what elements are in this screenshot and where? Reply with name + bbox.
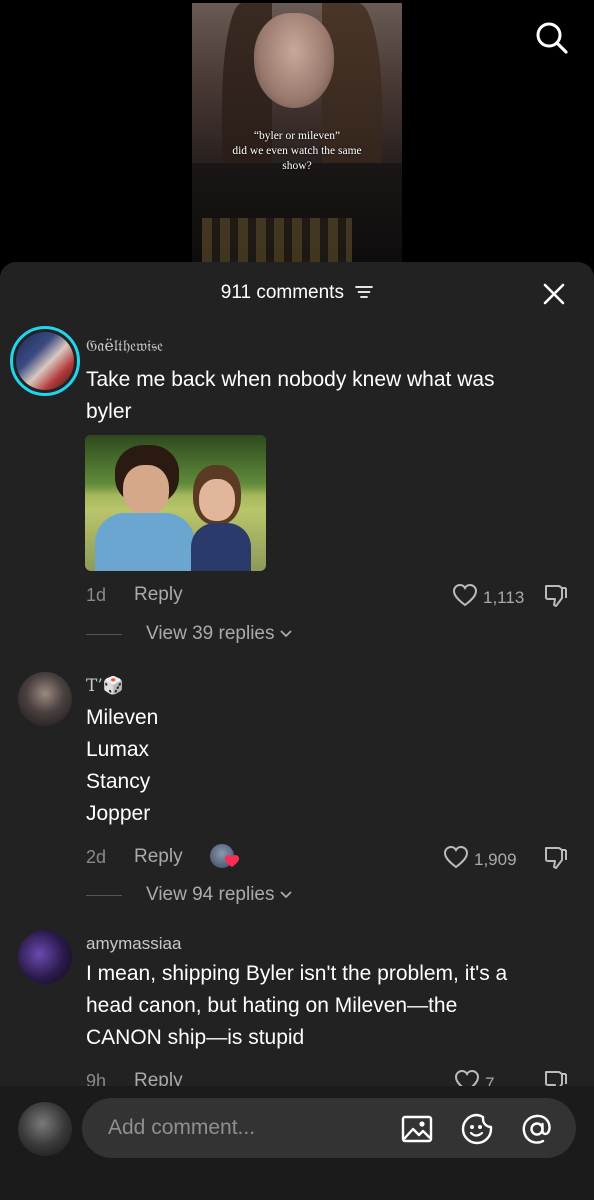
like-button[interactable]: 1,909 <box>443 845 517 874</box>
dislike-icon[interactable] <box>542 582 570 610</box>
comment-text-line: Take me back when nobody knew what was <box>86 368 495 391</box>
comment-text: Mileven Lumax Stancy Jopper <box>86 702 566 830</box>
comment-input[interactable]: Add comment... <box>82 1098 576 1158</box>
avatar[interactable] <box>18 1102 72 1156</box>
comment-item: T’🎲 Mileven Lumax Stancy Jopper 2d Reply… <box>0 672 594 922</box>
heart-icon[interactable] <box>452 583 478 612</box>
emoji-icon[interactable] <box>460 1112 494 1146</box>
comment-text-line: I mean, shipping Byler isn't the problem… <box>86 962 508 985</box>
avatar[interactable] <box>18 672 72 726</box>
comment-text: I mean, shipping Byler isn't the problem… <box>86 958 566 1054</box>
video-thumbnail[interactable]: “byler or mileven” did we even watch the… <box>192 3 402 262</box>
view-replies-button[interactable]: View 39 replies <box>86 623 293 645</box>
divider <box>86 633 122 635</box>
avatar[interactable] <box>10 326 80 396</box>
video-background: “byler or mileven” did we even watch the… <box>0 0 594 262</box>
view-replies-label: View 39 replies <box>146 623 275 644</box>
comment-username[interactable]: T’🎲 <box>86 676 124 696</box>
heart-icon[interactable] <box>443 845 469 874</box>
avatar-image <box>16 332 74 390</box>
chevron-down-icon <box>279 884 293 906</box>
comment-text-line: Mileven <box>86 706 159 729</box>
heart-icon <box>225 855 239 867</box>
creator-liked-badge <box>210 844 240 870</box>
video-shirt-print <box>202 218 352 262</box>
like-button[interactable]: 1,113 <box>452 583 524 612</box>
comment-time: 1d <box>86 585 107 605</box>
comment-text-line: Lumax <box>86 738 150 761</box>
video-caption-line: “byler or mileven” <box>253 130 341 142</box>
video-caption: “byler or mileven” did we even watch the… <box>192 129 402 174</box>
chevron-down-icon <box>279 623 293 645</box>
comment-composer: Add comment... <box>0 1086 594 1200</box>
filter-icon[interactable] <box>355 284 374 306</box>
comment-text: Take me back when nobody knew what was b… <box>86 364 566 428</box>
view-replies-button[interactable]: View 94 replies <box>86 884 293 906</box>
image-girl-face <box>199 479 235 521</box>
comment-text-line: Stancy <box>86 770 151 793</box>
image-girl-shirt <box>191 523 251 571</box>
comment-input-placeholder: Add comment... <box>108 1116 256 1139</box>
reply-button[interactable]: Reply <box>134 846 183 868</box>
comment-text-line: Jopper <box>86 802 151 825</box>
image-icon[interactable] <box>400 1112 434 1146</box>
video-face <box>254 13 334 108</box>
view-replies-label: View 94 replies <box>146 884 275 905</box>
comment-item: amymassiaa I mean, shipping Byler isn't … <box>0 930 594 1093</box>
comment-item: 𝔊𝔞ë𝔩𝔱𝔥𝔢𝔴𝔦𝔰𝔢 Take me back when nobody kne… <box>0 326 594 656</box>
video-caption-line: show? <box>282 160 312 172</box>
comment-image[interactable] <box>85 435 266 571</box>
image-boy-face <box>123 465 169 515</box>
comment-text-line: CANON ship—is stupid <box>86 1026 305 1049</box>
like-count: 1,113 <box>483 587 525 607</box>
like-count: 1,909 <box>474 849 517 869</box>
comment-username[interactable]: amymassiaa <box>86 934 181 954</box>
comments-sheet: 911 comments 𝔊𝔞ë𝔩𝔱𝔥𝔢𝔴𝔦𝔰𝔢 Take me back wh… <box>0 262 594 1200</box>
comments-count-label: 911 comments <box>220 282 344 303</box>
comment-username-text: T’🎲 <box>86 676 124 696</box>
comment-text-line: byler <box>86 400 132 423</box>
reply-button[interactable]: Reply <box>134 584 183 606</box>
comments-count[interactable]: 911 comments <box>0 282 594 306</box>
comment-text-line: head canon, but hating on Mileven—the <box>86 994 458 1017</box>
search-icon[interactable] <box>534 20 570 56</box>
comment-username[interactable]: 𝔊𝔞ë𝔩𝔱𝔥𝔢𝔴𝔦𝔰𝔢 <box>86 336 163 356</box>
dislike-icon[interactable] <box>542 844 570 872</box>
comment-time: 2d <box>86 847 107 867</box>
avatar[interactable] <box>18 930 72 984</box>
close-icon[interactable] <box>540 280 568 308</box>
image-boy-shirt <box>95 513 195 571</box>
comments-header: 911 comments <box>0 262 594 322</box>
mention-icon[interactable] <box>520 1112 554 1146</box>
divider <box>86 894 122 896</box>
video-caption-line: did we even watch the same <box>232 145 362 157</box>
